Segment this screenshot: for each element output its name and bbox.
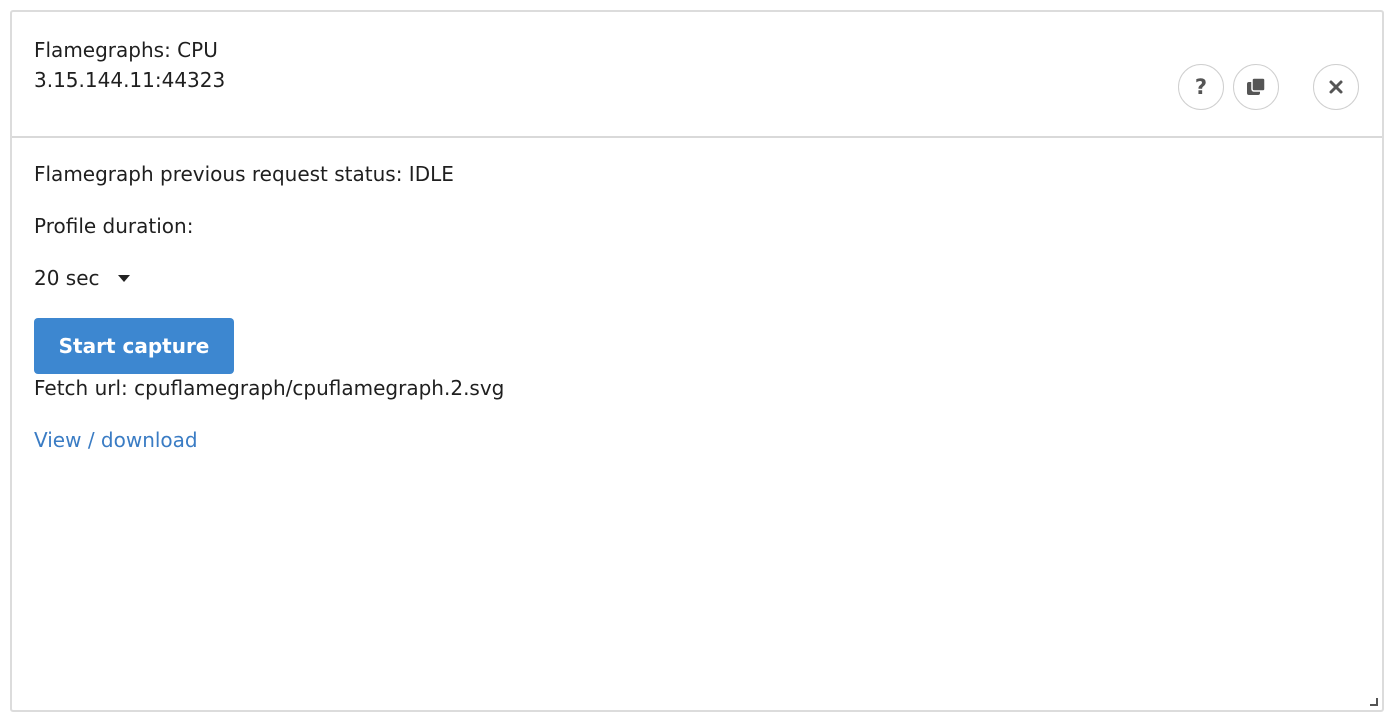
- copy-icon: [1247, 77, 1266, 95]
- view-download-link[interactable]: View / download: [34, 426, 198, 454]
- resize-handle-icon[interactable]: [1370, 698, 1378, 706]
- request-status-text: Flamegraph previous request status: IDLE: [34, 162, 454, 186]
- caret-down-icon: [117, 274, 130, 282]
- close-button[interactable]: [1313, 64, 1359, 110]
- close-icon: [1329, 80, 1343, 94]
- panel-header: Flamegraphs: CPU 3.15.144.11:44323 ?: [12, 12, 1382, 138]
- copy-button[interactable]: [1233, 64, 1279, 110]
- start-capture-button[interactable]: Start capture: [34, 318, 234, 374]
- fetch-url-text: Fetch url: cpuflamegraph/cpuflamegraph.2…: [34, 376, 505, 400]
- profile-duration-label: Profile duration:: [34, 214, 194, 238]
- profile-duration-value: 20 sec: [34, 266, 100, 290]
- panel-subtitle: 3.15.144.11:44323: [34, 68, 226, 92]
- question-mark-icon: ?: [1194, 74, 1208, 99]
- help-button[interactable]: ?: [1178, 64, 1224, 110]
- panel-title: Flamegraphs: CPU: [34, 38, 218, 62]
- flamegraph-panel: Flamegraphs: CPU 3.15.144.11:44323 ? Fla…: [10, 10, 1384, 712]
- profile-duration-select[interactable]: 20 sec: [34, 264, 130, 292]
